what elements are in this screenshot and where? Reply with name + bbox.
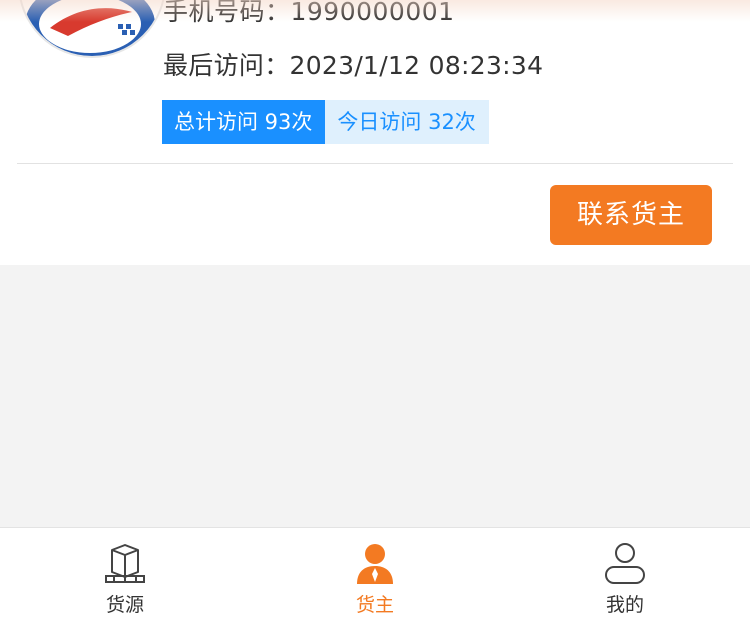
tab-mine[interactable]: 我的 xyxy=(500,528,750,628)
tab-cargo[interactable]: 货源 xyxy=(0,528,250,628)
person-outline-icon xyxy=(605,543,645,584)
phone-number-text: 手机号码：1990000001 xyxy=(163,0,455,26)
cargo-box-icon xyxy=(105,544,145,583)
person-filled-icon xyxy=(357,544,393,584)
divider xyxy=(17,163,733,164)
today-visits-badge: 今日访问 32次 xyxy=(325,100,489,144)
company-logo-icon xyxy=(23,0,164,56)
avatar xyxy=(18,0,166,58)
total-visits-badge: 总计访问 93次 xyxy=(162,100,326,144)
tab-label: 货源 xyxy=(105,594,144,616)
visit-stats: 总计访问 93次 今日访问 32次 xyxy=(162,100,489,144)
contact-shipper-button[interactable]: 联系货主 xyxy=(550,185,712,245)
last-visit-text: 最后访问：2023/1/12 08:23:34 xyxy=(163,51,544,80)
shipper-detail-page: 手机号码：1990000001 最后访问：2023/1/12 08:23:34 … xyxy=(0,0,750,628)
tab-label: 我的 xyxy=(605,594,644,616)
tab-shipper[interactable]: 货主 xyxy=(250,528,500,628)
shipper-info-card: 手机号码：1990000001 最后访问：2023/1/12 08:23:34 … xyxy=(0,0,750,265)
bottom-tab-bar: 货源 货主 我的 xyxy=(0,527,750,628)
tab-label: 货主 xyxy=(355,594,394,616)
